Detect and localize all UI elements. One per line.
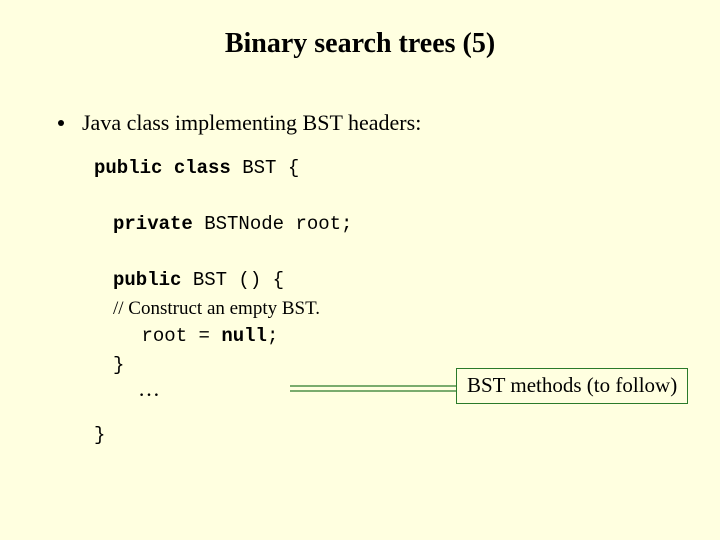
callout-box: BST methods (to follow) — [456, 368, 688, 404]
code-l2-rest: BSTNode root; — [193, 213, 353, 235]
ellipsis: … — [138, 376, 160, 402]
code-comment: // Construct an empty BST. — [113, 298, 320, 319]
code-l5a: root = — [142, 325, 222, 347]
callout-text: BST methods (to follow) — [467, 373, 677, 397]
bullet-dot-icon — [58, 120, 64, 126]
kw-public: public — [113, 269, 181, 291]
code-l6: } — [113, 354, 124, 376]
slide-title: Binary search trees (5) — [0, 0, 720, 80]
kw-public-class: public class — [94, 157, 231, 179]
code-close-brace: } — [94, 424, 105, 446]
code-l1-rest: BST { — [231, 157, 299, 179]
code-l3-rest: BST () { — [181, 269, 284, 291]
kw-null: null — [221, 325, 267, 347]
kw-private: private — [113, 213, 193, 235]
code-block: public class BST { private BSTNode root;… — [94, 154, 352, 379]
bullet-text: Java class implementing BST headers: — [82, 110, 421, 135]
code-l5b: ; — [267, 325, 278, 347]
callout-connector-icon — [290, 380, 462, 390]
bullet-item: Java class implementing BST headers: — [58, 110, 421, 136]
